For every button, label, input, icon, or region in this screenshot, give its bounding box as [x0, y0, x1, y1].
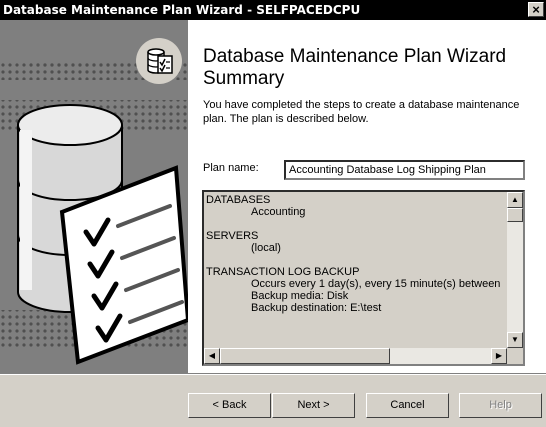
- description-text: You have completed the steps to create a…: [203, 99, 520, 125]
- plan-name-input[interactable]: [284, 160, 525, 180]
- scroll-up-arrow-icon: ▲: [511, 195, 519, 204]
- content-panel: Database Maintenance Plan Wizard Summary…: [136, 20, 546, 373]
- scroll-left-button[interactable]: ◀: [204, 348, 220, 364]
- summary-section-item: Backup media: Disk: [251, 290, 349, 302]
- scroll-left-arrow-icon: ◀: [208, 351, 216, 360]
- scroll-down-arrow-icon: ▼: [511, 335, 519, 344]
- next-button[interactable]: Next >: [272, 393, 355, 418]
- cancel-button-label: Cancel: [390, 399, 425, 411]
- cancel-button[interactable]: Cancel: [366, 393, 449, 418]
- vertical-scrollbar[interactable]: ▲ ▼: [507, 192, 523, 348]
- close-button[interactable]: ×: [528, 2, 544, 17]
- wizard-title: Database Maintenance Plan Wizard: [203, 46, 507, 67]
- scroll-up-button[interactable]: ▲: [507, 192, 523, 208]
- scroll-right-arrow-icon: ▶: [495, 351, 503, 360]
- summary-section-item: Backup destination: E:\test: [251, 302, 382, 314]
- button-separator: [0, 373, 546, 375]
- step-title: Summary: [203, 68, 285, 89]
- vertical-scroll-thumb[interactable]: [507, 208, 523, 222]
- back-button[interactable]: < Back: [188, 393, 271, 418]
- summary-section-title: DATABASES: [206, 194, 271, 206]
- wizard-icon-container: [136, 38, 182, 84]
- summary-section-item: Accounting: [251, 206, 306, 218]
- horizontal-scroll-thumb[interactable]: [220, 348, 390, 364]
- scroll-right-button[interactable]: ▶: [491, 348, 507, 364]
- title-bar[interactable]: Database Maintenance Plan Wizard - SELFP…: [0, 0, 546, 20]
- scrollbar-corner: [507, 348, 523, 364]
- summary-section-title: SERVERS: [206, 230, 259, 242]
- window-title: Database Maintenance Plan Wizard - SELFP…: [3, 3, 361, 17]
- summary-section-item: Occurs every 1 day(s), every 15 minute(s…: [251, 278, 501, 290]
- plan-name-label: Plan name:: [203, 162, 259, 174]
- back-button-label: < Back: [212, 399, 247, 411]
- close-icon: ×: [532, 2, 540, 17]
- summary-content: DATABASES Accounting SERVERS (local) TRA…: [206, 194, 508, 348]
- next-button-label: Next >: [297, 399, 330, 411]
- help-button[interactable]: Help: [459, 393, 542, 418]
- database-check-icon: [147, 48, 173, 74]
- scroll-down-button[interactable]: ▼: [507, 332, 523, 348]
- help-button-label: Help: [489, 399, 512, 411]
- wizard-window: Database Maintenance Plan Wizard - SELFP…: [0, 0, 546, 427]
- summary-textbox[interactable]: DATABASES Accounting SERVERS (local) TRA…: [202, 190, 525, 366]
- horizontal-scrollbar[interactable]: ◀ ▶: [204, 348, 507, 364]
- page-title: Database Maintenance Plan Wizard Summary: [203, 46, 543, 90]
- summary-section-title: TRANSACTION LOG BACKUP: [206, 266, 360, 278]
- summary-section-item: (local): [251, 242, 281, 254]
